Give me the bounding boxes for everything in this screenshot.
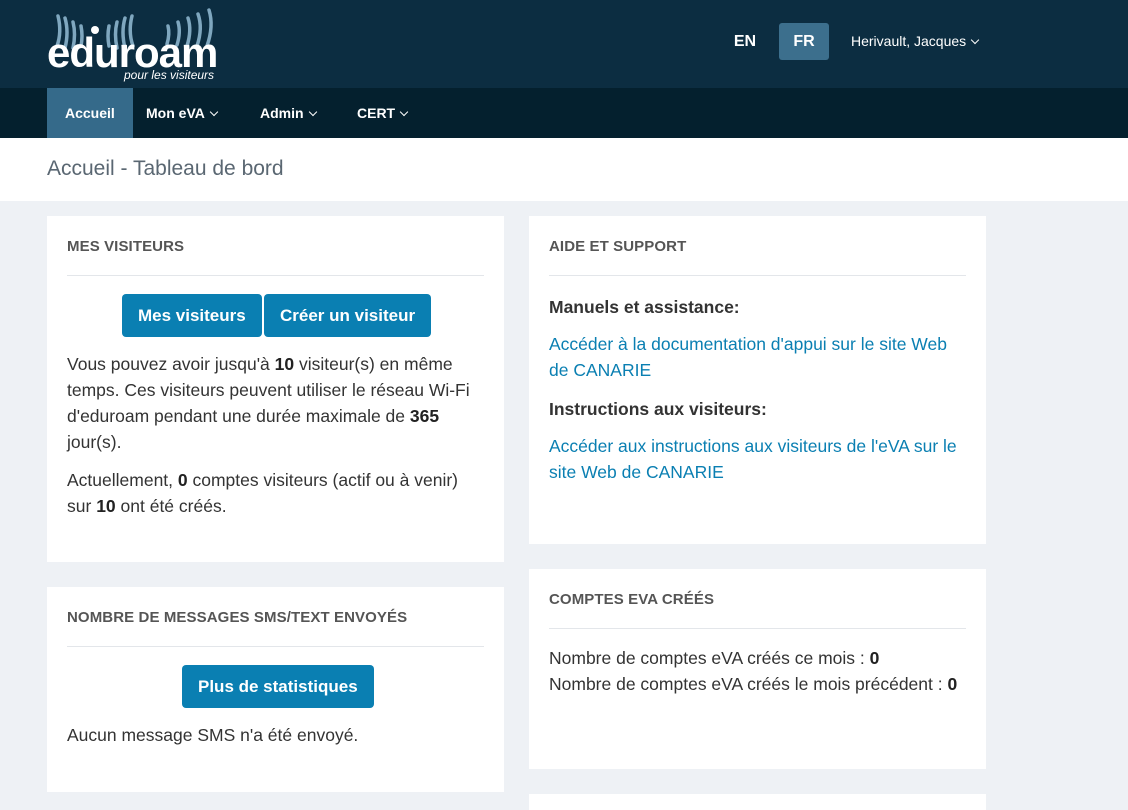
text-part: Vous pouvez avoir jusqu'à <box>67 354 275 374</box>
divider <box>549 628 966 629</box>
nav-item-label: Admin <box>260 105 304 121</box>
logo-tagline: pour les visiteurs <box>124 68 215 82</box>
chevron-down-icon <box>209 107 219 117</box>
manuals-heading: Manuels et assistance: <box>549 297 740 317</box>
user-menu[interactable]: Herivault, Jacques <box>851 33 980 49</box>
more-stats-button[interactable]: Plus de statistiques <box>182 665 374 708</box>
create-visitor-button[interactable]: Créer un visiteur <box>264 294 432 337</box>
partial-card <box>529 794 986 810</box>
card-title: Nombre de messages SMS/Text envoyés <box>67 609 408 626</box>
user-name: Herivault, Jacques <box>851 33 967 49</box>
eduroam-logo[interactable]: eduroam pour les visiteurs <box>47 4 227 84</box>
page-title: Accueil - Tableau de bord <box>47 157 284 180</box>
card-title: Mes visiteurs <box>67 238 185 255</box>
top-header: eduroam pour les visiteurs EN FR Herivau… <box>0 0 1128 88</box>
visitor-count-text: Actuellement, 0 comptes visiteurs (actif… <box>67 467 484 519</box>
language-en-button[interactable]: EN <box>724 23 766 60</box>
card-title: Comptes eVA créés <box>549 591 715 608</box>
visitor-instructions-link[interactable]: Accéder aux instructions aux visiteurs d… <box>549 433 966 485</box>
nav-item-label: CERT <box>357 105 396 121</box>
chevron-down-icon <box>399 107 409 117</box>
help-support-card: Aide et support Manuels et assistance: A… <box>529 216 986 544</box>
instructions-heading: Instructions aux visiteurs: <box>549 399 767 419</box>
nav-item-label: Mon eVA <box>146 105 205 121</box>
card-title: Aide et support <box>549 238 687 255</box>
max-days-value: 365 <box>409 406 440 426</box>
visitor-limits-text: Vous pouvez avoir jusqu'à 10 visiteur(s)… <box>67 351 484 455</box>
nav-item-cert[interactable]: CERT <box>339 88 425 138</box>
documentation-link[interactable]: Accéder à la documentation d'appui sur l… <box>549 331 966 383</box>
chevron-down-icon <box>970 35 980 45</box>
nav-item-admin[interactable]: Admin <box>242 88 334 138</box>
divider <box>67 646 484 647</box>
current-accounts-value: 0 <box>177 470 188 490</box>
this-month-label: Nombre de comptes eVA créés ce mois : <box>549 648 870 668</box>
main-nav: Accueil Mon eVA Admin CERT <box>0 88 1128 138</box>
my-visitors-button[interactable]: Mes visiteurs <box>122 294 262 337</box>
max-visitors-value: 10 <box>274 354 295 374</box>
my-visitors-card: Mes visiteurs Mes visiteurs Créer un vis… <box>47 216 504 562</box>
language-fr-button[interactable]: FR <box>779 23 829 60</box>
last-month-label: Nombre de comptes eVA créés le mois préc… <box>549 674 948 694</box>
nav-item-mon-eva[interactable]: Mon eVA <box>128 88 235 138</box>
nav-item-label: Accueil <box>65 105 115 121</box>
this-month-value: 0 <box>869 648 880 668</box>
sms-card: Nombre de messages SMS/Text envoyés Plus… <box>47 587 504 792</box>
chevron-down-icon <box>308 107 317 117</box>
nav-item-accueil[interactable]: Accueil <box>47 88 133 138</box>
last-month-value: 0 <box>947 674 958 694</box>
eva-stats-text: Nombre de comptes eVA créés ce mois : 0N… <box>549 645 966 697</box>
divider <box>549 275 966 276</box>
text-part: jour(s). <box>67 432 122 452</box>
text-part: ont été créés. <box>115 496 227 516</box>
page-title-bar: Accueil - Tableau de bord <box>0 138 1128 201</box>
text-part: Actuellement, <box>67 470 178 490</box>
sms-status-text: Aucun message SMS n'a été envoyé. <box>67 725 359 745</box>
divider <box>67 275 484 276</box>
total-accounts-value: 10 <box>96 496 116 516</box>
eva-accounts-card: Comptes eVA créés Nombre de comptes eVA … <box>529 569 986 769</box>
